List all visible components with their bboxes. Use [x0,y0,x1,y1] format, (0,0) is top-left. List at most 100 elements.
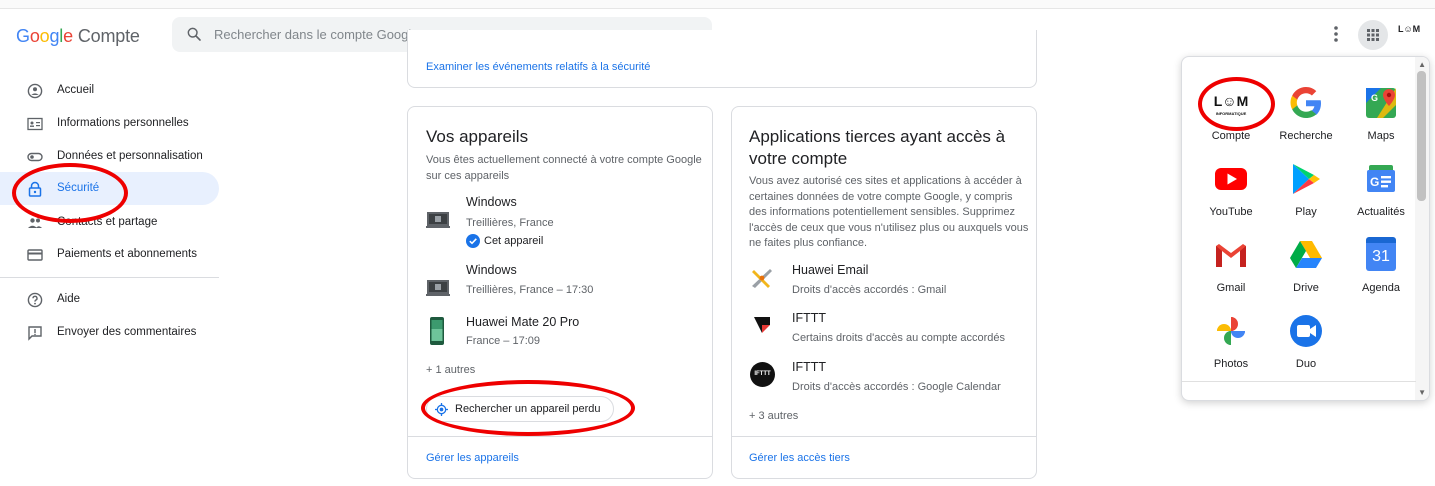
sidebar-item-contacts[interactable]: Contacts et partage [0,206,219,239]
app-tile-actualites[interactable]: G Actualités [1343,153,1419,225]
scroll-up-icon[interactable]: ▲ [1418,60,1426,69]
people-icon [28,218,42,228]
sidebar-item-aide[interactable]: Aide [0,283,219,316]
more-vert-icon[interactable] [1328,24,1344,44]
duo-icon [1290,315,1322,347]
huawei-email-icon [752,269,772,288]
app-tile-play[interactable]: Play [1268,153,1344,225]
sidebar-item-securite[interactable]: Sécurité [0,172,219,205]
photos-icon [1217,317,1245,345]
avatar-text: L☺M [1398,24,1421,34]
google-wordmark-letter: o [29,26,40,46]
ifttt-logo-text: IFTTT [754,371,771,377]
app-tile-duo[interactable]: Duo [1268,305,1344,377]
sidebar-item-paiements[interactable]: Paiements et abonnements [0,238,219,271]
scroll-down-icon[interactable]: ▼ [1418,388,1426,397]
sidebar-item-commentaires[interactable]: Envoyer des commentaires [0,316,219,349]
calendar-day: 31 [1372,248,1390,265]
check-circle-icon [466,234,480,248]
sidebar-item-accueil[interactable]: Accueil [0,74,219,107]
sidebar-item-label: Données et personnalisation [57,150,203,162]
app-tile-photos[interactable]: Photos [1193,305,1269,377]
third-party-apps-card: Applications tierces ayant accès à votre… [731,106,1037,479]
apps-launcher-button[interactable] [1358,20,1388,50]
app-tile-label: Compte [1211,130,1251,142]
toggle-icon [27,152,43,162]
app-tile-youtube[interactable]: YouTube [1193,153,1269,225]
panel-divider [1182,381,1416,382]
google-wordmark-letter: g [49,26,60,46]
google-g-icon [1290,87,1321,118]
ifttt-logo-icon: IFTTT [750,362,775,387]
app-tile-compte[interactable]: L☺M INFORMATIQUE Compte [1193,77,1269,149]
device-name: Windows [466,263,517,277]
app-tile-label: YouTube [1209,206,1253,218]
manage-third-party-link[interactable]: Gérer les accès tiers [749,452,850,464]
app-tile-gmail[interactable]: Gmail [1193,229,1269,301]
browser-strip [0,0,1435,9]
app-tile-label: Gmail [1216,282,1246,294]
sidebar-item-label: Contacts et partage [57,216,158,228]
phone-icon [430,317,444,345]
feedback-icon [28,326,42,341]
id-card-icon [27,117,43,131]
find-device-label: Rechercher un appareil perdu [455,403,601,415]
app-tile-maps[interactable]: G Maps [1343,77,1419,149]
security-events-link[interactable]: Examiner les événements relatifs à la sé… [426,61,650,73]
app-name: IFTTT [792,311,827,325]
credit-card-icon [27,249,43,261]
more-devices[interactable]: + 1 autres [426,364,475,376]
calendar-icon: 31 [1366,237,1396,271]
google-account-page: GoogleCompte L☺M Accueil [0,0,1435,486]
manage-devices-link[interactable]: Gérer les appareils [426,452,519,464]
security-events-card: Examiner les événements relatifs à la sé… [407,30,1037,88]
ifttt-flag-icon [754,317,770,333]
app-name: Huawei Email [792,263,869,277]
sidebar-divider [0,277,219,278]
app-access: Certains droits d'accès au compte accord… [792,332,1006,344]
sidebar-item-informations[interactable]: Informations personnelles [0,107,219,140]
account-circle-icon [27,83,43,99]
apps-description: Vous avez autorisé ces sites et applicat… [749,175,1029,249]
current-device-badge: Cet appareil [484,235,544,247]
sidebar-item-label: Paiements et abonnements [57,248,198,260]
google-wordmark-letter: e [63,26,73,46]
device-item[interactable]: Windows Treillières, France Cet appareil [426,195,696,251]
devices-description: Vous êtes actuellement connecté à votre … [426,154,702,182]
app-tile-label: Agenda [1362,282,1400,294]
apps-title: Applications tierces ayant accès à votre… [749,127,1006,168]
gmail-icon [1216,244,1246,267]
app-tile-label: Recherche [1279,130,1333,142]
app-tile-recherche[interactable]: Recherche [1268,77,1344,149]
google-wordmark-letter: o [39,26,50,46]
more-apps[interactable]: + 3 autres [749,410,798,422]
locate-icon [435,403,448,416]
google-wordmark: Google [16,26,73,46]
google-wordmark-letter: G [16,26,30,46]
app-tile-label: Actualités [1357,206,1405,218]
find-device-button[interactable]: Rechercher un appareil perdu [426,396,614,422]
sidebar-item-donnees[interactable]: Données et personnalisation [0,140,219,173]
sidebar-item-label: Envoyer des commentaires [57,326,197,338]
device-name: Windows [466,195,517,209]
account-avatar[interactable]: L☺M [1398,24,1422,44]
app-tile-label: Duo [1295,358,1317,370]
card-divider [732,436,1036,437]
svg-text:G: G [1370,175,1379,189]
third-party-app-item[interactable]: IFTTT Certains droits d'accès au compte … [750,310,1030,346]
third-party-app-item[interactable]: IFTTT IFTTT Droits d'accès accordés : Go… [750,359,1030,395]
lock-icon [28,181,42,197]
apps-launcher-panel: ▲ ▼ L☺M INFORMATIQUE Compte Recherche G … [1181,56,1430,401]
third-party-app-item[interactable]: Huawei Email Droits d'accès accordés : G… [750,262,1030,298]
card-divider [408,436,712,437]
app-tile-agenda[interactable]: 31 Agenda [1343,229,1419,301]
compte-logo-icon: L☺M INFORMATIQUE [1213,85,1249,121]
device-item[interactable]: Windows Treillières, France – 17:30 [426,263,696,299]
device-item[interactable]: Huawei Mate 20 Pro France – 17:09 [426,314,696,350]
app-tile-label: Drive [1293,282,1319,294]
laptop-icon [426,280,450,296]
app-tile-drive[interactable]: Drive [1268,229,1344,301]
compte-logo-text: L☺M [1213,93,1249,109]
google-account-logo[interactable]: Google Compte [16,26,140,47]
laptop-icon [426,212,450,228]
